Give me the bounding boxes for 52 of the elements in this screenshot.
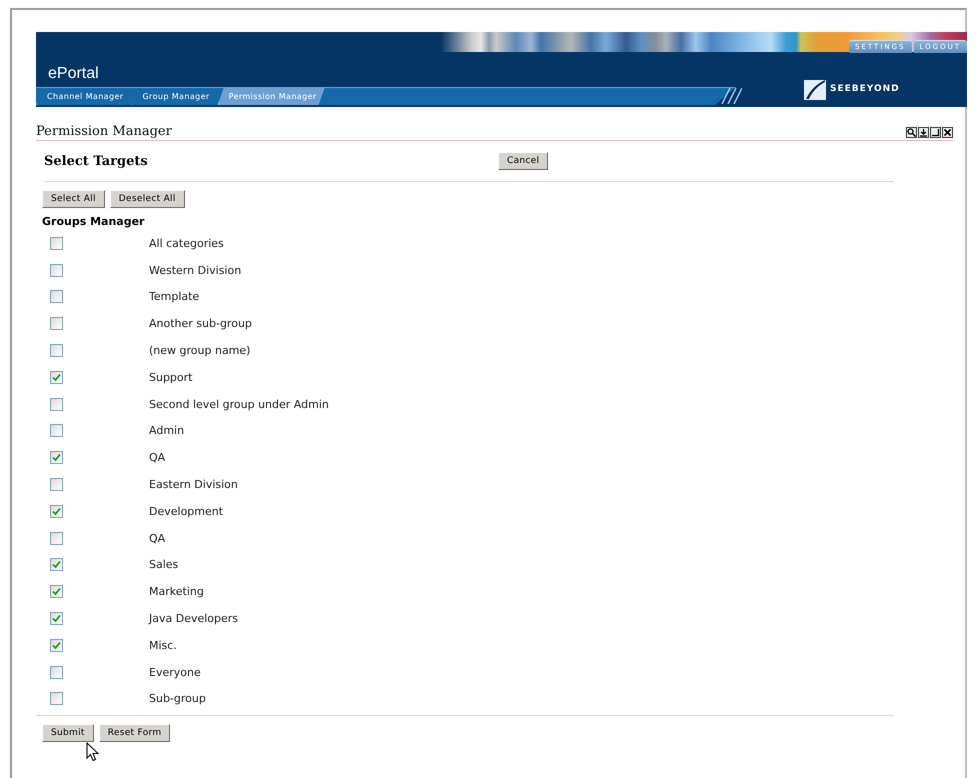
checkbox[interactable]	[50, 585, 63, 598]
group-label: Another sub-group	[149, 317, 252, 330]
checkbox[interactable]	[50, 478, 63, 492]
select-button[interactable]: Deselect All	[110, 190, 185, 208]
group-label: Support	[149, 370, 192, 384]
group-label: Development	[149, 504, 224, 518]
group-label: Everyone	[149, 666, 201, 679]
window-icon[interactable]	[930, 127, 941, 138]
group-label: (new group name)	[149, 344, 250, 358]
checkbox[interactable]	[50, 692, 63, 706]
checkbox[interactable]	[50, 638, 63, 652]
group-label: QA	[149, 451, 166, 464]
section-title: Select Targets	[44, 154, 149, 168]
group-label: Eastern Division	[149, 478, 238, 492]
checkbox[interactable]	[50, 290, 63, 304]
submit-button[interactable]: Submit	[42, 724, 94, 742]
group-label: Template	[149, 290, 200, 304]
close-icon[interactable]	[942, 127, 953, 138]
group-label: QA	[149, 532, 166, 545]
checkbox[interactable]	[50, 236, 63, 250]
group-label: All categories	[149, 236, 224, 250]
group-label: Sales	[149, 558, 178, 572]
checkbox[interactable]	[50, 424, 63, 438]
checkbox[interactable]	[50, 532, 63, 545]
checkbox[interactable]	[50, 504, 63, 518]
group-label: Second level group under Admin	[149, 398, 329, 411]
portlet-title: Permission Manager	[36, 124, 172, 139]
app-title: ePortal	[48, 65, 99, 83]
group-label: Java Developers	[149, 612, 238, 626]
logo-icon	[804, 78, 826, 100]
list-title: Groups Manager	[42, 215, 146, 228]
checkbox[interactable]	[50, 344, 63, 358]
checkbox[interactable]	[50, 612, 63, 626]
checkbox[interactable]	[50, 370, 63, 384]
group-label: Misc.	[149, 638, 177, 652]
checkbox[interactable]	[50, 317, 63, 330]
group-label: Western Division	[149, 264, 242, 277]
group-label: Marketing	[149, 585, 204, 598]
logo-text: SEEBEYOND	[830, 84, 900, 94]
select-button[interactable]: Select All	[42, 190, 105, 208]
mouse-cursor-icon	[86, 742, 100, 762]
checkbox[interactable]	[50, 558, 63, 572]
checkbox[interactable]	[50, 451, 63, 464]
group-label: Admin	[149, 424, 184, 438]
search-icon[interactable]	[906, 127, 917, 138]
group-label: Sub-group	[149, 692, 206, 706]
checkbox[interactable]	[50, 264, 63, 277]
cancel-button[interactable]: Cancel	[498, 152, 548, 170]
checkbox[interactable]	[50, 398, 63, 411]
minimize-icon[interactable]	[918, 127, 929, 138]
reset-button[interactable]: Reset Form	[98, 724, 170, 742]
checkbox[interactable]	[50, 666, 63, 679]
